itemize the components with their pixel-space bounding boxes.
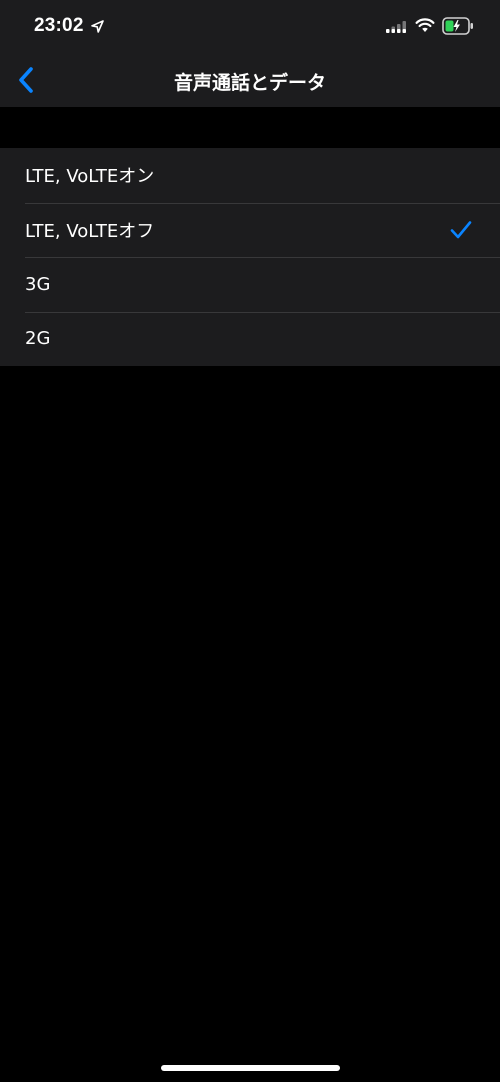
option-label: 2G bbox=[25, 328, 51, 350]
location-arrow-icon bbox=[91, 20, 104, 33]
option-label: LTE, VoLTEオフ bbox=[25, 220, 155, 242]
option-lte-volte-on[interactable]: LTE, VoLTEオン bbox=[0, 148, 500, 203]
option-2g[interactable]: 2G bbox=[0, 311, 500, 367]
cellular-signal-icon bbox=[386, 21, 406, 33]
checkmark-icon bbox=[450, 220, 472, 239]
option-label: 3G bbox=[25, 273, 51, 295]
home-indicator[interactable] bbox=[161, 1065, 340, 1071]
option-3g[interactable]: 3G bbox=[0, 257, 500, 312]
navigation-bar: 音声通話とデータ bbox=[0, 52, 500, 107]
battery-charging-icon bbox=[442, 17, 473, 35]
screen: 23:02 音声通話とデータ LTE, VoLTEオン LTE, VoLTEオフ… bbox=[0, 0, 500, 1082]
network-option-list: LTE, VoLTEオン LTE, VoLTEオフ 3G 2G bbox=[0, 148, 500, 366]
wifi-icon bbox=[415, 18, 435, 32]
option-lte-volte-off[interactable]: LTE, VoLTEオフ bbox=[0, 202, 500, 258]
option-label: LTE, VoLTEオン bbox=[25, 166, 155, 188]
page-title: 音声通話とデータ bbox=[173, 72, 326, 94]
status-bar: 23:02 bbox=[0, 0, 500, 52]
status-time: 23:02 bbox=[34, 15, 84, 36]
